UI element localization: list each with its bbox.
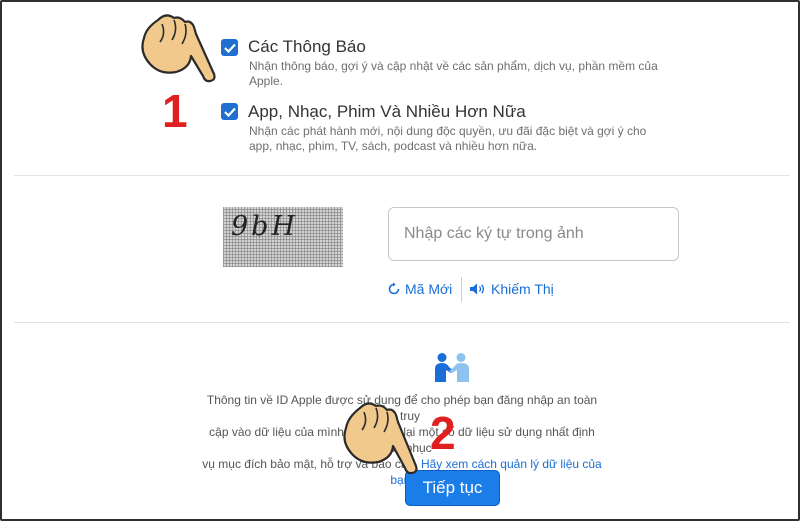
divider-top bbox=[14, 175, 790, 176]
new-code-label: Mã Mới bbox=[405, 281, 453, 297]
vision-impaired-label: Khiếm Thị bbox=[491, 281, 554, 297]
notifications-description: Nhận thông báo, gợi ý và cập nhật về các… bbox=[249, 59, 658, 89]
notifications-desc-line2: Apple. bbox=[249, 74, 284, 88]
notifications-title: Các Thông Báo bbox=[248, 37, 366, 56]
media-desc-line1: Nhận các phát hành mới, nội dung độc quy… bbox=[249, 124, 647, 138]
refresh-icon bbox=[388, 282, 400, 295]
captcha-image: 9bH bbox=[223, 207, 343, 267]
divider-bottom bbox=[14, 322, 790, 323]
notifications-checkbox[interactable] bbox=[221, 39, 238, 56]
apple-id-form: Các Thông Báo Nhận thông báo, gợi ý và c… bbox=[0, 0, 800, 521]
checkbox-check-icon bbox=[223, 43, 236, 53]
new-code-link[interactable]: Mã Mới bbox=[387, 281, 452, 297]
step-1-marker: 1 bbox=[162, 85, 188, 137]
captcha-input[interactable] bbox=[388, 207, 679, 261]
speaker-icon bbox=[470, 283, 485, 295]
vision-impaired-link[interactable]: Khiếm Thị bbox=[469, 281, 554, 297]
media-description: Nhận các phát hành mới, nội dung độc quy… bbox=[249, 124, 646, 154]
checkbox-check-icon bbox=[223, 107, 236, 117]
media-checkbox[interactable] bbox=[221, 103, 238, 120]
handshake-icon bbox=[435, 353, 469, 382]
pointing-hand-icon bbox=[343, 402, 418, 475]
media-desc-line2: app, nhạc, phim, TV, sách, podcast và nh… bbox=[249, 139, 538, 153]
notifications-desc-line1: Nhận thông báo, gợi ý và cập nhật về các… bbox=[249, 59, 658, 73]
captcha-image-text: 9bH bbox=[231, 211, 299, 242]
pointing-hand-icon bbox=[141, 14, 216, 83]
step-2-marker: 2 bbox=[430, 407, 456, 459]
links-separator bbox=[461, 277, 462, 302]
media-title: App, Nhạc, Phim Và Nhiều Hơn Nữa bbox=[248, 102, 526, 121]
